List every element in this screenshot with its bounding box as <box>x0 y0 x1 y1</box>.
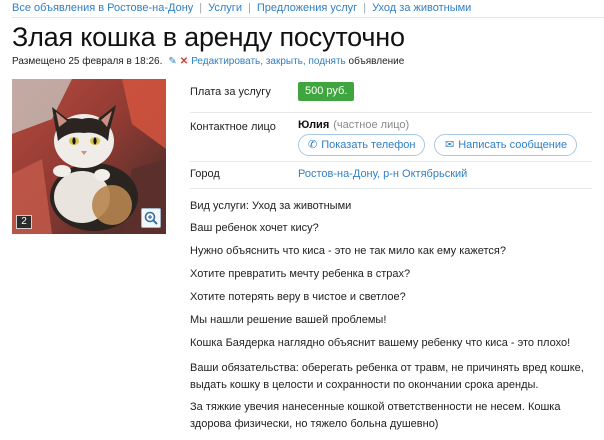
pencil-icon: ✎ <box>168 56 177 67</box>
contact-label: Контактное лицо <box>190 121 276 133</box>
breadcrumb: Все объявления в Ростове-на-Дону | Услуги |… <box>12 2 471 16</box>
posted-date: Размещено 25 февраля в 18:26. <box>12 56 163 67</box>
breadcrumb-separator: | <box>199 2 203 14</box>
breadcrumb-separator: | <box>363 2 367 14</box>
service-type: Вид услуги: Уход за животными <box>190 200 352 212</box>
details-divider <box>190 188 592 189</box>
details-divider <box>190 161 592 162</box>
city-link[interactable]: Ростов-на-Дону, р-н Октябрьский <box>298 168 467 180</box>
seller-type: (частное лицо) <box>333 119 410 131</box>
price-badge: 500 руб. <box>298 82 355 101</box>
zoom-icon <box>144 211 158 225</box>
show-phone-label: Показать телефон <box>321 139 416 151</box>
close-icon: ✕ <box>179 56 189 67</box>
seller-info: Юлия (частное лицо) <box>298 119 409 131</box>
description-line: Мы нашли решение вашей проблемы! <box>190 314 387 326</box>
breadcrumb-link-pet-care[interactable]: Уход за животными <box>372 2 471 14</box>
breadcrumb-link-offers[interactable]: Предложения услуг <box>257 2 357 14</box>
write-message-button[interactable]: ✉ Написать сообщение <box>434 134 578 156</box>
listing-photo[interactable]: 2 <box>12 79 166 234</box>
seller-name: Юлия <box>298 119 330 131</box>
photo-count-badge: 2 <box>16 215 32 229</box>
description-line: Хотите превратить мечту ребенка в страх? <box>190 268 411 280</box>
breadcrumb-link-all[interactable]: Все объявления в Ростове-на-Дону <box>12 2 193 14</box>
city-label: Город <box>190 168 220 180</box>
description-line: Ваш ребенок хочет кису? <box>190 222 319 234</box>
zoom-button[interactable] <box>141 208 161 228</box>
description-line: Хотите потерять веру в чистое и светлое? <box>190 291 406 303</box>
description-disclaimer: За тяжкие увечия нанесенные кошкой ответ… <box>190 401 561 430</box>
envelope-icon: ✉ <box>445 139 455 151</box>
breadcrumb-divider <box>12 17 604 18</box>
write-message-label: Написать сообщение <box>458 139 568 151</box>
details-divider <box>190 112 592 113</box>
description-obligations: Ваши обязательства: оберегать ребенка от… <box>190 362 584 391</box>
phone-icon: ✆ <box>308 139 318 151</box>
description-line: Кошка Баядерка наглядно объяснит вашему … <box>190 337 571 349</box>
breadcrumb-separator: | <box>247 2 251 14</box>
description-line: Нужно объяснить что киса - это не так ми… <box>190 245 506 257</box>
price-label: Плата за услугу <box>190 86 271 98</box>
breadcrumb-link-services[interactable]: Услуги <box>208 2 242 14</box>
posted-meta: Размещено 25 февраля в 18:26. ✎ ✕ Редактиро… <box>12 56 404 67</box>
edit-close-raise-link[interactable]: Редактировать, закрыть, поднять <box>191 56 346 67</box>
page-title: Злая кошка в аренду посуточно <box>12 22 405 52</box>
posted-meta-tail: объявление <box>348 56 405 67</box>
show-phone-button[interactable]: ✆ Показать телефон <box>298 134 426 156</box>
